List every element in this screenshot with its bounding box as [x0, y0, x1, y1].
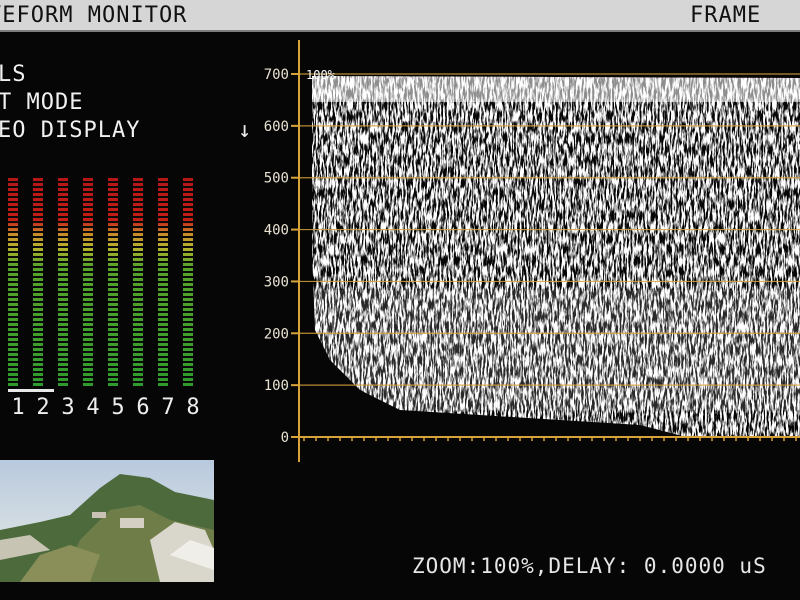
waveform-scope[interactable]: 700 600 500 400 300 200 100 0 100%	[0, 0, 800, 600]
scale-label-400: 400	[264, 223, 289, 239]
scale-label-300: 300	[264, 274, 289, 290]
top-percent-label: 100%	[306, 68, 336, 82]
scale-label-200: 200	[264, 326, 289, 342]
scale-label-700: 700	[264, 67, 289, 83]
zoom-delay-readout: ZOOM:100%,DELAY: 0.0000 uS	[412, 554, 767, 578]
scale-label-100: 100	[264, 378, 289, 394]
scale-label-500: 500	[264, 171, 289, 187]
scale-label-600: 600	[264, 119, 289, 135]
scale-label-0: 0	[281, 430, 289, 446]
